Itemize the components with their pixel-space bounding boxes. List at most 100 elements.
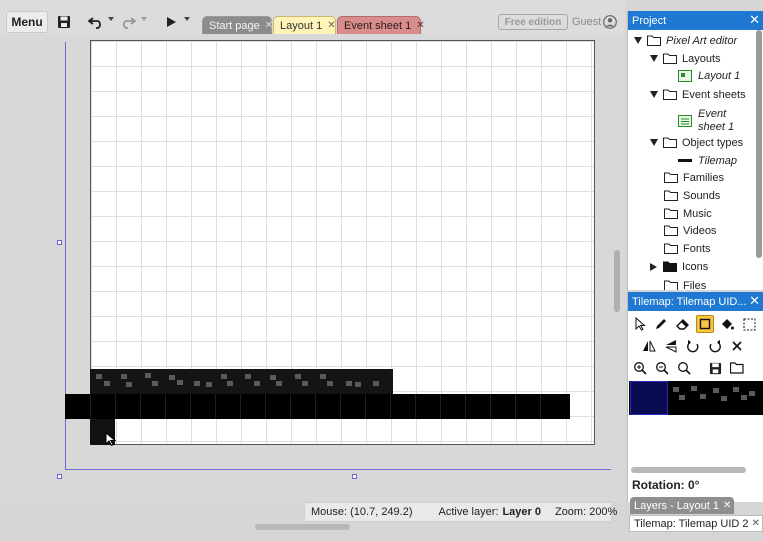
tree-label: Tilemap: [698, 154, 738, 167]
tilemap-tiles-row[interactable]: [90, 369, 393, 394]
folder-open-icon[interactable]: [728, 359, 746, 377]
mouse-cursor-icon: [105, 431, 117, 447]
layout-icon: [678, 69, 692, 82]
zoom-reset-icon[interactable]: [675, 359, 693, 377]
tab-label: Event sheet 1: [344, 19, 412, 32]
tree-label: Event: [698, 108, 727, 120]
resize-handle[interactable]: [57, 474, 62, 479]
cursor-icon[interactable]: [631, 315, 649, 333]
tree-item-fonts[interactable]: Fonts: [664, 240, 711, 257]
tree-label: Object types: [682, 136, 744, 149]
tab-layout-1[interactable]: Layout 1 ✕: [273, 16, 336, 34]
tilemap-panel: Tilemap: Tilemap UID... ✕ Rotation: 0°: [627, 292, 763, 502]
tree-item-icons[interactable]: Icons: [650, 258, 708, 275]
close-icon[interactable]: ✕: [752, 518, 760, 529]
tab-label: Layers - Layout 1: [634, 499, 719, 512]
tree-label: sheet 1: [698, 121, 735, 133]
tab-tilemap[interactable]: Tilemap: Tilemap UID 2 ✕: [629, 515, 763, 532]
tree-label: Videos: [683, 224, 717, 237]
fill-icon[interactable]: [718, 315, 736, 333]
tab-label: Tilemap: Tilemap UID 2: [634, 517, 749, 530]
flip-icon[interactable]: [662, 337, 680, 355]
horizontal-scrollbar[interactable]: [255, 524, 350, 530]
tree-label: Layouts: [682, 52, 721, 65]
close-icon[interactable]: ✕: [327, 20, 335, 31]
tree-item-tilemap[interactable]: Tilemap: [678, 152, 737, 169]
redo-dropdown-icon[interactable]: [141, 17, 147, 21]
tree-label: Event sheets: [682, 88, 746, 101]
folder-icon: [663, 89, 677, 100]
panel-title: Tilemap: Tilemap UID...: [632, 295, 747, 308]
event-sheet-icon: [678, 115, 692, 127]
folder-icon: [664, 243, 678, 254]
tree-label: Music: [683, 207, 712, 220]
eraser-icon[interactable]: [674, 315, 692, 333]
tree-item-families[interactable]: Families: [664, 169, 724, 186]
undo-icon[interactable]: [86, 12, 106, 32]
tree-item-event-sheet-1[interactable]: Event sheet 1: [678, 104, 734, 138]
selected-tile[interactable]: [630, 381, 668, 415]
tileset-scrollbar[interactable]: [631, 467, 746, 473]
project-panel: Project ✕ Pixel Art editor Layouts Layou…: [627, 11, 763, 290]
tree-label: Layout 1: [698, 69, 741, 82]
mirror-icon[interactable]: [640, 337, 658, 355]
close-icon[interactable]: ✕: [723, 500, 731, 511]
close-icon[interactable]: ✕: [749, 293, 760, 309]
folder-icon: [663, 261, 677, 272]
play-dropdown-icon[interactable]: [184, 17, 190, 21]
selection-icon[interactable]: [740, 315, 758, 333]
zoom-in-icon[interactable]: [631, 359, 649, 377]
tree-item-event-sheets[interactable]: Event sheets: [650, 86, 746, 103]
menu-button[interactable]: Menu: [6, 11, 48, 33]
tab-label: Layout 1: [280, 19, 323, 32]
tree-item-layouts[interactable]: Layouts: [650, 50, 721, 67]
free-edition-badge[interactable]: Free edition: [498, 14, 568, 30]
zoom-out-icon[interactable]: [653, 359, 671, 377]
tab-start-page[interactable]: Start page ✕: [202, 16, 273, 34]
redo-icon[interactable]: [118, 12, 138, 32]
tab-label: Start page: [209, 19, 260, 32]
resize-handle[interactable]: [352, 474, 357, 479]
rotation-label: Rotation: 0°: [632, 478, 700, 492]
project-scrollbar[interactable]: [756, 30, 762, 258]
tree-item-music[interactable]: Music: [664, 205, 712, 222]
tree-item-project-root[interactable]: Pixel Art editor: [634, 32, 737, 49]
expand-icon[interactable]: [650, 139, 658, 146]
folder-icon: [664, 172, 678, 183]
tree-item-files[interactable]: Files: [664, 277, 706, 290]
play-icon[interactable]: [161, 12, 181, 32]
rotate-ccw-icon[interactable]: [684, 337, 702, 355]
tilemap-ground-row[interactable]: [65, 394, 570, 419]
tab-event-sheet-1[interactable]: Event sheet 1 ✕: [337, 16, 425, 34]
tree-label: Sounds: [683, 189, 721, 202]
tree-label: Icons: [682, 260, 709, 273]
reset-icon[interactable]: [728, 337, 746, 355]
tree-item-videos[interactable]: Videos: [664, 222, 716, 239]
pencil-icon[interactable]: [652, 315, 670, 333]
guest-label[interactable]: Guest: [572, 16, 601, 28]
expand-icon[interactable]: [650, 91, 658, 98]
tab-layers[interactable]: Layers - Layout 1 ✕: [630, 497, 734, 514]
tree-item-layout-1[interactable]: Layout 1: [678, 67, 740, 84]
expand-icon[interactable]: [634, 37, 642, 44]
vertical-scrollbar[interactable]: [614, 250, 620, 312]
save-icon[interactable]: [54, 12, 74, 32]
rotate-cw-icon[interactable]: [706, 337, 724, 355]
tree-item-sounds[interactable]: Sounds: [664, 187, 720, 204]
save-icon[interactable]: [706, 359, 724, 377]
tree-item-object-types[interactable]: Object types: [650, 134, 743, 151]
rectangle-icon[interactable]: [696, 315, 714, 333]
resize-handle[interactable]: [57, 240, 62, 245]
user-icon[interactable]: [603, 15, 617, 29]
active-layer-prefix: Active layer:: [438, 506, 499, 518]
tree-label: Files: [683, 279, 707, 291]
close-icon[interactable]: ✕: [749, 12, 760, 28]
close-icon[interactable]: ✕: [416, 20, 424, 31]
close-icon[interactable]: ✕: [265, 20, 273, 31]
expand-icon[interactable]: [650, 55, 658, 62]
undo-dropdown-icon[interactable]: [108, 17, 114, 21]
collapse-icon[interactable]: [650, 262, 657, 271]
tilemap-panel-header: Tilemap: Tilemap UID... ✕: [628, 292, 763, 311]
folder-icon: [663, 137, 677, 148]
tree-label: Families: [683, 171, 724, 184]
